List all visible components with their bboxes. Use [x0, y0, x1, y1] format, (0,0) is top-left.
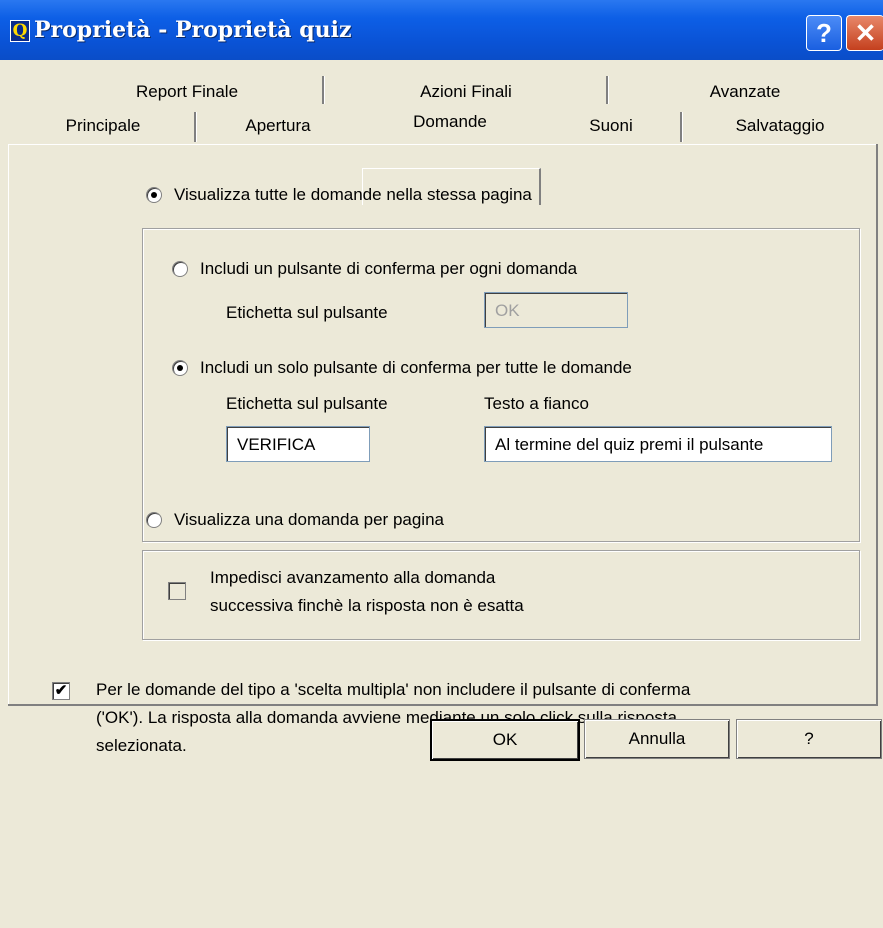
tab-report-finale[interactable]: Report Finale	[52, 78, 322, 106]
multiple-choice-checkbox[interactable]: ✔	[52, 682, 70, 700]
ok-button[interactable]: OK	[430, 719, 580, 761]
app-icon: Q	[10, 20, 30, 42]
tab-principale[interactable]: Principale	[12, 112, 194, 140]
help-button[interactable]: ?	[736, 719, 882, 759]
prevent-advance-label-line2: successiva finchè la risposta non è esat…	[210, 596, 524, 615]
panel-left-border	[8, 144, 9, 704]
tab-azioni-finali[interactable]: Azioni Finali	[326, 78, 606, 106]
side-text-label: Testo a fianco	[484, 394, 589, 413]
window-title: Proprietà - Proprietà quiz	[34, 17, 352, 43]
per-question-text-input[interactable]: OK	[484, 292, 628, 328]
tab-separator	[606, 76, 609, 104]
help-icon-button[interactable]: ?	[806, 15, 842, 51]
tab-separator	[322, 76, 325, 104]
panel-top-border	[8, 144, 878, 145]
close-icon-button[interactable]: ✕	[846, 15, 883, 51]
tab-domande[interactable]: Domande	[362, 108, 538, 136]
cancel-button[interactable]: Annulla	[584, 719, 730, 759]
per-question-text-label: Etichetta sul pulsante	[226, 303, 388, 322]
all-on-page-label: Visualizza tutte le domande nella stessa…	[174, 185, 532, 204]
single-button-label: Includi un solo pulsante di conferma per…	[200, 358, 632, 377]
tab-separator	[194, 112, 197, 142]
one-per-page-group	[142, 550, 860, 640]
tab-salvataggio[interactable]: Salvataggio	[684, 112, 876, 140]
single-button-text-label: Etichetta sul pulsante	[226, 394, 388, 413]
tab-apertura[interactable]: Apertura	[198, 112, 358, 140]
tab-suoni[interactable]: Suoni	[542, 112, 680, 140]
per-question-button-radio[interactable]	[172, 261, 188, 277]
multiple-choice-label-line3: selezionata.	[96, 736, 187, 755]
single-button-radio[interactable]	[172, 360, 188, 376]
tab-avanzate[interactable]: Avanzate	[610, 78, 880, 106]
one-per-page-label: Visualizza una domanda per pagina	[174, 510, 444, 529]
per-question-button-label: Includi un pulsante di conferma per ogni…	[200, 259, 578, 278]
single-button-text-input[interactable]: VERIFICA	[226, 426, 370, 462]
multiple-choice-label-line1: Per le domande del tipo a 'scelta multip…	[96, 680, 691, 699]
all-on-page-radio[interactable]	[146, 187, 162, 203]
prevent-advance-checkbox[interactable]	[168, 582, 186, 600]
panel-bottom-border	[8, 704, 878, 706]
title-bar[interactable]: Q Proprietà - Proprietà quiz ? ✕	[0, 0, 883, 60]
properties-dialog: Report Finale Azioni Finali Avanzate Pri…	[0, 60, 883, 928]
prevent-advance-label-line1: Impedisci avanzamento alla domanda	[210, 568, 496, 587]
tab-separator	[680, 112, 683, 142]
panel-right-border	[876, 144, 878, 706]
side-text-input[interactable]: Al termine del quiz premi il pulsante	[484, 426, 832, 462]
one-per-page-radio[interactable]	[146, 512, 162, 528]
